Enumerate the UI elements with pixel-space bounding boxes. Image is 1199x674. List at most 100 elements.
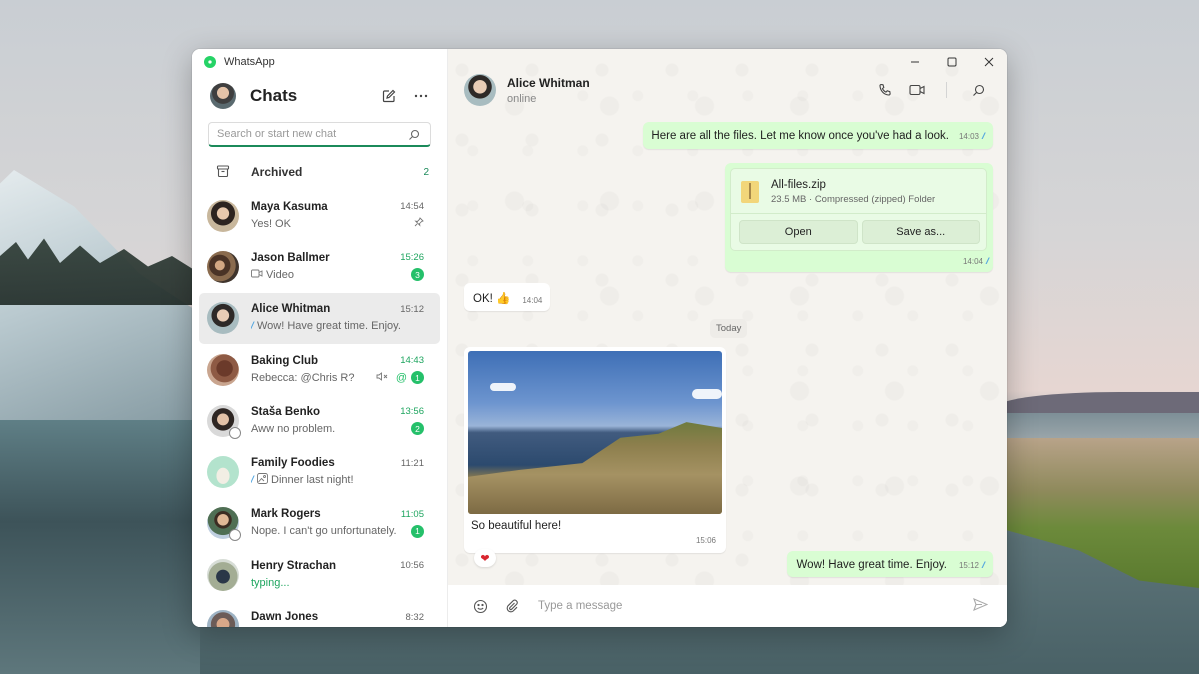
unread-badge: 1 — [411, 524, 424, 538]
photo-caption: So beautiful here! — [471, 520, 562, 532]
pin-icon — [414, 217, 424, 230]
chat-item-henry-strachan[interactable]: Henry Strachan 10:56 typing... — [199, 549, 440, 600]
zip-folder-icon — [741, 181, 759, 203]
read-ticks-icon: // — [985, 256, 989, 266]
chat-preview: Yes! OK — [251, 217, 291, 230]
new-chat-icon[interactable] — [381, 88, 397, 104]
minimize-button[interactable] — [896, 49, 933, 75]
unread-badge: 1 — [411, 371, 424, 385]
close-button[interactable] — [970, 49, 1007, 75]
chat-preview: Wow! Have great time. Enjoy. — [257, 320, 401, 333]
attach-icon[interactable] — [504, 598, 520, 614]
message-time: 15:06 — [695, 536, 716, 545]
window-controls — [896, 49, 1007, 75]
contact-avatar[interactable] — [464, 74, 496, 106]
message-time: 14:03 — [958, 132, 979, 141]
video-call-icon[interactable] — [908, 81, 926, 99]
message-time: 15:12 — [958, 561, 979, 570]
avatar — [207, 610, 239, 627]
contact-info[interactable]: Alice Whitman online — [507, 76, 862, 105]
read-ticks-icon: // — [981, 560, 985, 570]
archive-icon — [216, 164, 232, 180]
message-list: Here are all the files. Let me know once… — [448, 119, 1007, 585]
message-outgoing[interactable]: Wow! Have great time. Enjoy. 15:12// — [786, 551, 993, 577]
chat-name: Alice Whitman — [251, 303, 331, 316]
chat-time: 11:21 — [400, 457, 424, 469]
avatar — [207, 558, 239, 591]
avatar — [207, 199, 239, 232]
sidebar: WhatsApp Chats Archived — [192, 49, 448, 627]
search-messages-icon[interactable] — [969, 81, 987, 99]
contact-status: online — [507, 92, 537, 105]
chat-item-jason-ballmer[interactable]: Jason Ballmer 15:26 Video 3 — [199, 241, 440, 292]
avatar — [207, 250, 239, 283]
search-box — [208, 122, 431, 147]
typing-indicator: typing... — [251, 576, 290, 589]
profile-avatar[interactable] — [210, 83, 236, 109]
heart-reaction-icon[interactable]: ❤ — [474, 549, 496, 567]
contact-name: Alice Whitman — [507, 75, 590, 90]
message-incoming[interactable]: OK! 👍 14:04 — [464, 283, 551, 311]
wallpaper-lake — [0, 420, 200, 674]
chat-name: Henry Strachan — [251, 559, 337, 572]
mention-icon: @ — [395, 371, 407, 384]
chat-time: 15:12 — [400, 303, 424, 315]
unread-badge: 3 — [411, 268, 424, 282]
save-as-button[interactable]: Save as... — [861, 220, 980, 244]
search-input[interactable] — [217, 128, 408, 140]
avatar — [207, 404, 241, 439]
archived-count: 2 — [423, 166, 429, 178]
date-divider: Today — [710, 319, 748, 338]
chat-name: Staša Benko — [251, 405, 321, 418]
chat-item-mark-rogers[interactable]: Mark Rogers 11:05 Nope. I can't go unfort… — [199, 498, 440, 549]
more-options-icon[interactable] — [413, 88, 429, 104]
avatar — [207, 353, 239, 386]
chat-item-alice-whitman[interactable]: Alice Whitman15:12 //Wow! Have great tim… — [199, 292, 440, 344]
avatar — [207, 456, 239, 489]
search-icon[interactable] — [408, 128, 420, 140]
archived-row[interactable]: Archived 2 — [192, 153, 447, 191]
chat-preview: Rebecca: @Chris R? — [251, 371, 355, 384]
message-input[interactable] — [538, 600, 973, 612]
chat-preview: Nope. I can't go unfortunately. — [251, 525, 397, 538]
chat-name: Maya Kasuma — [251, 200, 328, 213]
chat-item-baking-club[interactable]: Baking Club 14:43 Rebecca: @Chris R? @ 1 — [199, 344, 440, 395]
message-text: Here are all the files. Let me know once… — [651, 130, 949, 142]
file-card: All-files.zip 23.5 MB · Compressed (zipp… — [730, 168, 987, 251]
chat-time: 15:26 — [400, 252, 424, 264]
whatsapp-window: WhatsApp Chats Archived — [192, 49, 1007, 627]
chat-preview: Dinner last night! — [271, 474, 354, 487]
chat-item-maya-kasuma[interactable]: Maya Kasuma 14:54 Yes! OK — [199, 190, 440, 241]
message-composer — [448, 585, 1007, 627]
chat-time: 14:54 — [400, 201, 424, 213]
open-file-button[interactable]: Open — [739, 220, 858, 244]
status-icon — [229, 426, 241, 439]
voice-call-icon[interactable] — [876, 81, 894, 99]
message-outgoing[interactable]: Here are all the files. Let me know once… — [643, 122, 993, 149]
maximize-button[interactable] — [933, 49, 970, 75]
message-text: OK! 👍 — [473, 293, 511, 305]
app-title: WhatsApp — [224, 56, 275, 68]
chat-preview: Video — [266, 268, 294, 281]
avatar — [207, 302, 239, 335]
message-text: Wow! Have great time. Enjoy. — [796, 559, 947, 571]
chat-list: Maya Kasuma 14:54 Yes! OK Jason Ballmer 15… — [192, 190, 447, 627]
file-meta: 23.5 MB · Compressed (zipped) Folder — [771, 194, 936, 205]
header-divider — [946, 82, 947, 98]
chat-item-dawn-jones[interactable]: Dawn Jones 8:32 — [199, 600, 440, 627]
emoji-icon[interactable] — [472, 598, 488, 614]
archived-label: Archived — [251, 165, 303, 179]
chat-item-stasa-benko[interactable]: Staša Benko 13:56 Aww no problem. 2 — [199, 395, 440, 446]
chat-time: 10:56 — [400, 560, 424, 572]
chat-item-family-foodies[interactable]: Family Foodies11:21 //Dinner last night! — [199, 446, 440, 497]
chat-name: Dawn Jones — [251, 611, 319, 624]
chat-name: Family Foodies — [251, 457, 335, 470]
send-icon[interactable] — [973, 598, 989, 614]
message-time: 14:04 — [522, 296, 543, 305]
message-file-attachment: All-files.zip 23.5 MB · Compressed (zipp… — [725, 163, 993, 272]
chat-preview: Aww no problem. — [251, 422, 336, 435]
message-photo[interactable]: So beautiful here! 15:06 ❤ — [464, 347, 726, 567]
chat-name: Baking Club — [251, 354, 319, 367]
chat-time: 11:05 — [400, 508, 424, 520]
photo-mountain-landscape[interactable] — [468, 351, 722, 514]
